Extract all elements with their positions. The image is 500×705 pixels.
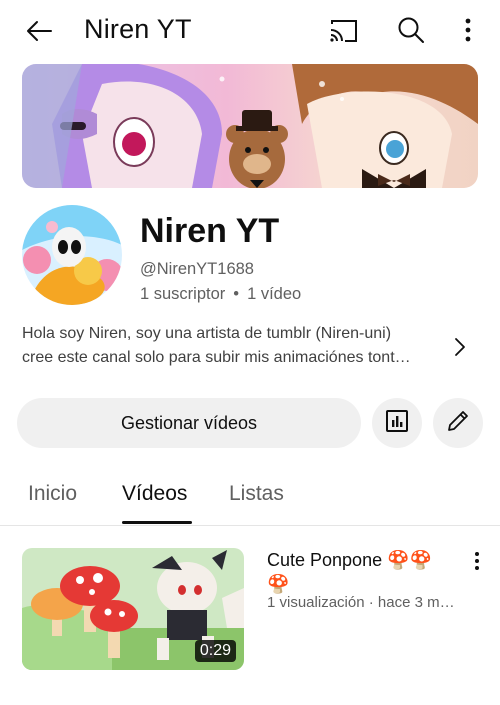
channel-description[interactable]: Hola soy Niren, soy una artista de tumbl… <box>22 322 442 370</box>
cast-icon[interactable] <box>328 16 360 46</box>
channel-avatar[interactable] <box>22 205 122 305</box>
video-thumbnail[interactable]: 0:29 <box>22 548 244 670</box>
channel-banner <box>22 64 478 188</box>
stats-separator: • <box>233 285 240 303</box>
analytics-icon <box>385 409 409 438</box>
pencil-icon <box>445 408 471 439</box>
video-more-icon[interactable] <box>470 550 484 572</box>
upload-age: hace 3 m… <box>377 594 455 611</box>
video-count: 1 vídeo <box>247 285 302 303</box>
active-tab-indicator <box>122 521 192 524</box>
video-duration: 0:29 <box>194 640 236 662</box>
subscriber-count: 1 suscriptor <box>140 285 226 303</box>
search-icon[interactable] <box>396 15 426 45</box>
tab-inicio[interactable]: Inicio <box>28 482 77 506</box>
video-title[interactable]: Cute Ponpone 🍄🍄🍄 <box>267 548 453 596</box>
more-vert-icon[interactable] <box>458 15 478 45</box>
video-meta: 1 visualización · hace 3 m… <box>267 594 482 611</box>
meta-separator: · <box>368 594 374 611</box>
channel-tabs: Inicio Vídeos Listas <box>0 462 500 526</box>
edit-channel-button[interactable] <box>433 398 483 448</box>
description-line: Hola soy Niren, soy una artista de tumbl… <box>22 325 392 342</box>
tab-listas[interactable]: Listas <box>229 482 284 506</box>
description-line: cree este canal solo para subir mis anim… <box>22 349 411 366</box>
video-list-item[interactable]: 0:29 Cute Ponpone 🍄🍄🍄 1 visualización · … <box>22 548 482 670</box>
channel-handle: @NirenYT1688 <box>140 260 254 278</box>
chevron-right-icon[interactable] <box>450 334 470 360</box>
analytics-button[interactable] <box>372 398 422 448</box>
tab-videos[interactable]: Vídeos <box>122 482 187 506</box>
view-count: 1 visualización <box>267 594 365 611</box>
channel-stats: 1 suscriptor • 1 vídeo <box>140 285 301 304</box>
manage-videos-button[interactable]: Gestionar vídeos <box>17 398 361 448</box>
channel-name: Niren YT <box>140 212 280 250</box>
top-app-bar: Niren YT <box>0 0 500 64</box>
back-arrow-icon[interactable] <box>22 14 56 48</box>
page-title: Niren YT <box>84 14 192 44</box>
